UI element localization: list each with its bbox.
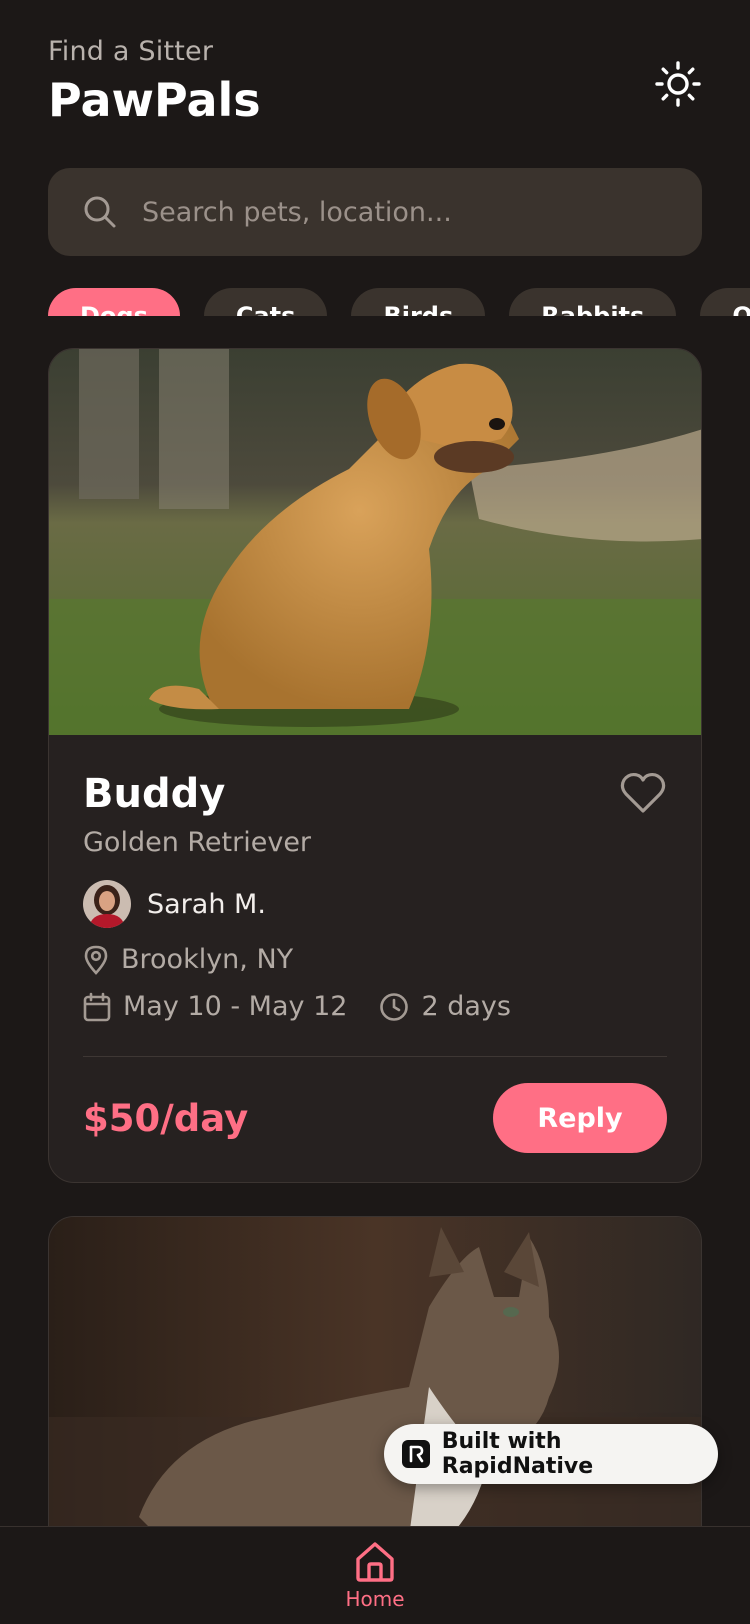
chip-dogs[interactable]: Dogs bbox=[48, 288, 180, 316]
pet-photo-dog bbox=[49, 349, 701, 735]
chip-cats[interactable]: Cats bbox=[203, 288, 328, 316]
location-row: Brooklyn, NY bbox=[83, 944, 667, 975]
pet-name: Buddy bbox=[83, 771, 226, 817]
pet-card[interactable]: Buddy Golden Retriever Sarah M. Brooklyn… bbox=[48, 348, 702, 1183]
clock-icon bbox=[380, 992, 409, 1021]
reply-button[interactable]: Reply bbox=[493, 1083, 667, 1153]
favorite-button[interactable] bbox=[619, 771, 667, 815]
page-subtitle: Find a Sitter bbox=[48, 36, 214, 67]
tab-home-label: Home bbox=[345, 1587, 405, 1611]
owner-name: Sarah M. bbox=[147, 888, 266, 920]
dates-text: May 10 - May 12 bbox=[123, 991, 348, 1022]
theme-toggle-button[interactable] bbox=[650, 56, 706, 112]
schedule-row: May 10 - May 12 2 days bbox=[83, 991, 667, 1022]
chip-other[interactable]: Other bbox=[700, 288, 750, 316]
search-icon bbox=[84, 196, 116, 228]
tab-home[interactable]: Home bbox=[340, 1539, 410, 1624]
divider bbox=[83, 1056, 667, 1057]
filter-chips: Dogs Cats Birds Rabbits Other bbox=[0, 288, 750, 316]
page-title: PawPals bbox=[48, 73, 261, 127]
built-with-badge[interactable]: Built with RapidNative bbox=[384, 1424, 718, 1484]
heart-icon bbox=[620, 772, 666, 813]
pet-breed: Golden Retriever bbox=[83, 827, 312, 858]
price: $50/day bbox=[83, 1096, 249, 1140]
chip-birds[interactable]: Birds bbox=[351, 288, 486, 316]
search-input[interactable] bbox=[142, 196, 642, 228]
avatar bbox=[83, 880, 131, 928]
header: Find a Sitter PawPals bbox=[48, 36, 261, 127]
search-bar[interactable] bbox=[48, 168, 702, 256]
location-text: Brooklyn, NY bbox=[121, 944, 294, 975]
sun-icon bbox=[655, 61, 701, 107]
calendar-icon bbox=[83, 992, 111, 1021]
bottom-tab-bar: Home bbox=[0, 1526, 750, 1624]
home-icon bbox=[356, 1542, 394, 1582]
rapidnative-logo-icon bbox=[402, 1440, 430, 1468]
location-pin-icon bbox=[84, 945, 108, 975]
chip-rabbits[interactable]: Rabbits bbox=[509, 288, 677, 316]
duration-text: 2 days bbox=[421, 991, 511, 1022]
badge-text: Built with RapidNative bbox=[441, 1429, 594, 1479]
